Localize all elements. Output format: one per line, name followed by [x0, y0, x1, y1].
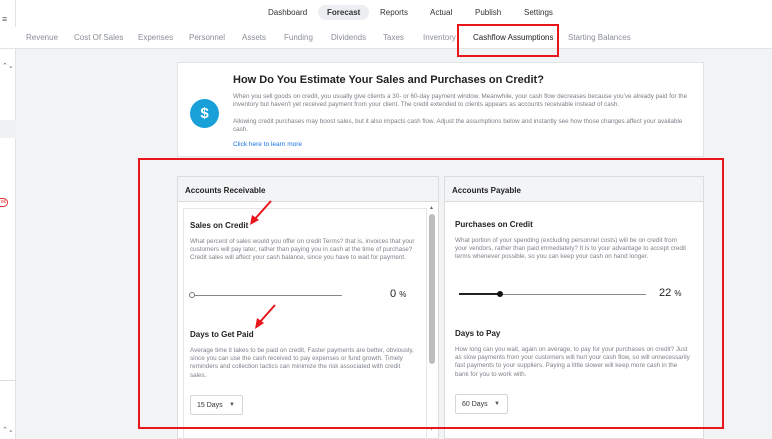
nav-forecast[interactable]: Forecast: [318, 5, 370, 20]
nav-publish[interactable]: Publish: [475, 8, 501, 17]
info-paragraph-2: Allowing credit purchases may boost sale…: [233, 118, 683, 133]
annotation-arrow-2: [255, 304, 276, 329]
left-sidebar: ≡ ⌃⌄ ok ⌃⌄: [0, 0, 16, 439]
nav-reports[interactable]: Reports: [380, 8, 408, 17]
sort-updown-icon[interactable]: ⌃⌄: [2, 62, 14, 70]
nav-actual[interactable]: Actual: [430, 8, 452, 17]
tab-starting-balances[interactable]: Starting Balances: [568, 33, 631, 42]
sidebar-active-item[interactable]: [0, 120, 16, 138]
tab-funding[interactable]: Funding: [284, 33, 313, 42]
learn-more-link[interactable]: Click here to learn more: [233, 141, 302, 148]
tab-personnel[interactable]: Personnel: [189, 33, 225, 42]
info-title: How Do You Estimate Your Sales and Purch…: [233, 74, 544, 86]
cash-cycle-icon: $: [190, 99, 219, 128]
highlight-box-panels: [138, 158, 724, 429]
tab-assets[interactable]: Assets: [242, 33, 266, 42]
forecast-tab-bar: Revenue Cost Of Sales Expenses Personnel…: [0, 27, 772, 49]
info-paragraph-1: When you sell goods on credit, you usual…: [233, 93, 688, 108]
nav-settings[interactable]: Settings: [524, 8, 553, 17]
tab-inventory[interactable]: Inventory: [423, 33, 456, 42]
annotation-arrow-1: [250, 200, 272, 225]
tab-cost-of-sales[interactable]: Cost Of Sales: [74, 33, 123, 42]
info-card: $ How Do You Estimate Your Sales and Pur…: [177, 62, 704, 157]
tab-taxes[interactable]: Taxes: [383, 33, 404, 42]
top-nav: Dashboard Forecast Reports Actual Publis…: [16, 0, 772, 27]
status-badge: ok: [0, 198, 8, 207]
sidebar-divider: [0, 380, 16, 381]
tab-revenue[interactable]: Revenue: [26, 33, 58, 42]
highlight-box-tab: [457, 24, 559, 57]
tab-expenses[interactable]: Expenses: [138, 33, 173, 42]
sort-updown-icon-bottom[interactable]: ⌃⌄: [2, 426, 14, 434]
menu-icon[interactable]: ≡: [2, 14, 7, 24]
nav-dashboard[interactable]: Dashboard: [268, 8, 307, 17]
tab-dividends[interactable]: Dividends: [331, 33, 366, 42]
